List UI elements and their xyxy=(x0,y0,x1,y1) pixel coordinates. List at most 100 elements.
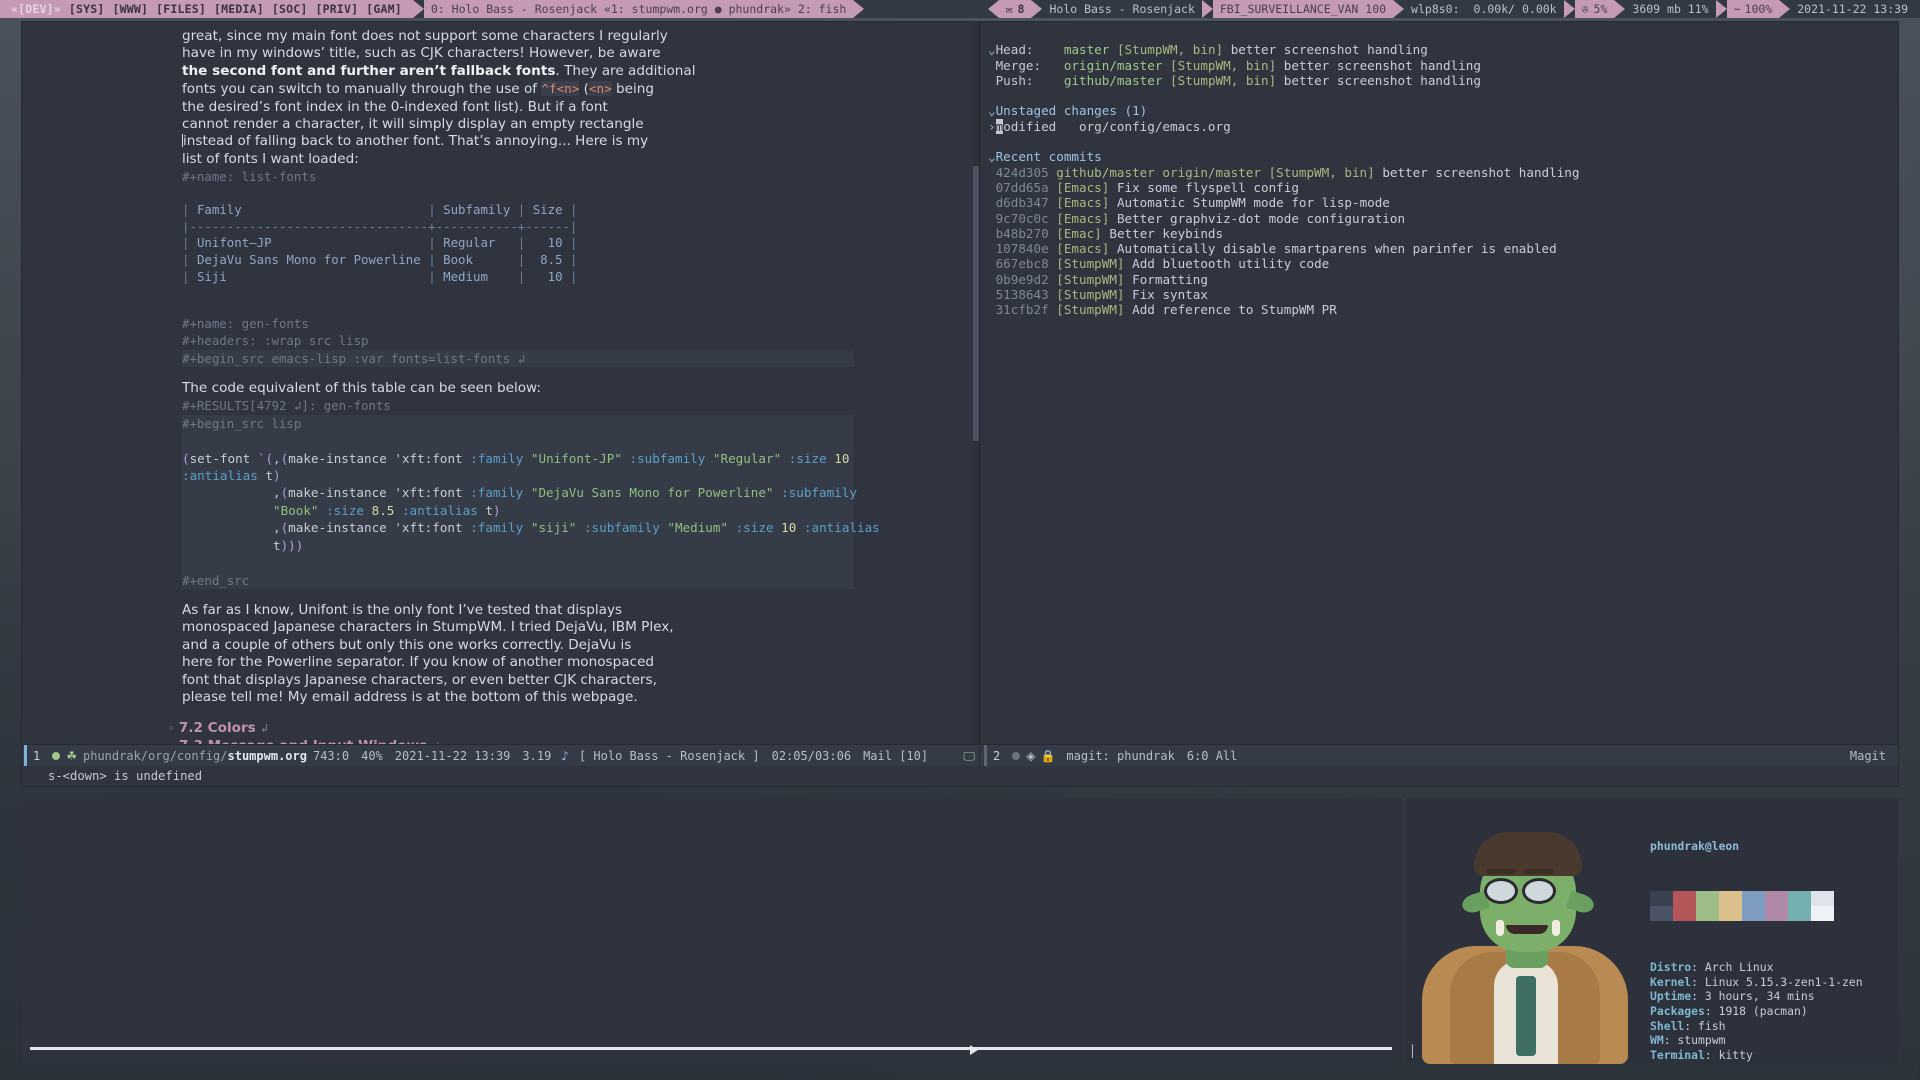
magit-merge-branch[interactable]: origin/master xyxy=(1064,58,1163,73)
mail-indicator[interactable]: ✉ 8 xyxy=(998,0,1032,18)
workspace-media[interactable]: [MEDIA] xyxy=(210,0,268,18)
chevron-right-icon[interactable]: › xyxy=(988,119,996,134)
commit-hash[interactable]: 07dd65a xyxy=(996,180,1049,195)
magit-push-row[interactable]: Push: github/master [StumpWM, bin] bette… xyxy=(988,73,1481,88)
workspace-files[interactable]: [FILES] xyxy=(152,0,210,18)
neofetch-key: Uptime xyxy=(1650,989,1692,1004)
org-heading-label[interactable]: 7.3 Message and Input Windows xyxy=(179,738,427,744)
modeline-left[interactable]: 1 ☘ phundrak/org/config/stumpwm.org 743:… xyxy=(22,745,980,767)
window-list[interactable]: 0: Holo Bass - Rosenjack «1: stumpwm.org… xyxy=(423,0,854,18)
org-source-block-lisp[interactable]: (set-font `(,(make-instance 'xft:font :f… xyxy=(182,432,880,572)
magit-head-row[interactable]: ⌄Head: master [StumpWM, bin] better scre… xyxy=(988,42,1428,57)
emacs-frame[interactable]: great, since my main font does not suppo… xyxy=(22,22,1898,786)
commit-refs: github/master origin/master [StumpWM, bi… xyxy=(1056,164,1375,180)
commit-hash[interactable]: 0b9e9d2 xyxy=(996,272,1049,287)
workspace-www[interactable]: [WWW] xyxy=(109,0,153,18)
magit-unstaged-section[interactable]: ⌄Unstaged changes (1) xyxy=(988,103,1147,118)
magit-commit-row[interactable]: d6db347 [Emacs] Automatic StumpWM mode f… xyxy=(988,195,1390,210)
neofetch-row: WM: stumpwm xyxy=(1650,1033,1892,1048)
paragraph-text-e: instead of falling back to another font.… xyxy=(182,133,649,167)
kitty-neofetch-window[interactable]: ▏ phundrak@leon Distro: Arch Linux Kernel… xyxy=(1406,798,1898,1064)
palette-swatch xyxy=(1673,890,1696,906)
magit-status-window[interactable]: ⌄Head: master [StumpWM, bin] better scre… xyxy=(980,22,1898,744)
commit-hash[interactable]: 31cfb2f xyxy=(996,302,1049,317)
palette-swatch xyxy=(1650,890,1673,906)
workspace-gam[interactable]: [GAM] xyxy=(362,0,406,18)
org-buffer-content[interactable]: great, since my main font does not suppo… xyxy=(36,22,971,744)
chevron-down-icon[interactable]: ⌄ xyxy=(988,42,996,57)
commit-message: Fix some flyspell config xyxy=(1116,179,1299,195)
magit-commit-row[interactable]: 31cfb2f [StumpWM] Add reference to Stump… xyxy=(988,302,1337,317)
keybinding-code-2: <n> xyxy=(588,81,612,97)
magit-commit-row[interactable]: b48b270 [Emac] Better keybinds xyxy=(988,225,1224,241)
magit-unstaged-file-row[interactable]: ›modified org/config/emacs.org xyxy=(988,118,1231,134)
commit-hash[interactable]: 9c70c0c xyxy=(996,211,1049,226)
magit-buffer-content[interactable]: ⌄Head: master [StumpWM, bin] better scre… xyxy=(988,27,1894,744)
palette-swatch xyxy=(1765,905,1788,921)
workspace-group-list[interactable]: «[DEV]» [SYS] [WWW] [FILES] [MEDIA] [SOC… xyxy=(0,0,413,18)
stumpwm-modeline[interactable]: «[DEV]» [SYS] [WWW] [FILES] [MEDIA] [SOC… xyxy=(0,0,1920,18)
table-header-row: | Family | Subfamily | Size | xyxy=(182,202,578,218)
org-heading-7-3[interactable]: ◦ 7.3 Message and Input Windows ↲ xyxy=(168,738,971,744)
magit-commit-row[interactable]: 07dd65a [Emacs] Fix some flyspell config xyxy=(988,180,1299,195)
neofetch-value: : stumpwm xyxy=(1663,1033,1726,1048)
modeline-mail[interactable]: Mail [10] xyxy=(857,749,934,763)
modeline-position: 743:0 xyxy=(312,749,350,763)
magit-commit-row[interactable]: 107840e [Emacs] Automatically disable sm… xyxy=(988,241,1557,256)
commit-hash[interactable]: b48b270 xyxy=(996,226,1049,241)
magit-commit-row[interactable]: 424d305 github/master origin/master [Stu… xyxy=(988,164,1580,180)
modeline-magit-buffer[interactable]: magit: phundrak xyxy=(1060,749,1180,763)
commit-hash[interactable]: 107840e xyxy=(996,241,1049,256)
cava-audio-visualizer-window[interactable] xyxy=(22,798,1402,1064)
now-playing[interactable]: Holo Bass - Rosenjack xyxy=(1042,0,1202,18)
magit-unstaged-file-path[interactable]: org/config/emacs.org xyxy=(1079,119,1231,134)
emacs-modeline[interactable]: 1 ☘ phundrak/org/config/stumpwm.org 743:… xyxy=(22,744,1898,767)
org-folded-ellipsis-icon[interactable]: ↲ xyxy=(260,722,269,735)
commit-hash[interactable]: d6db347 xyxy=(996,195,1049,210)
magit-commit-row[interactable]: 667ebc8 [StumpWM] Add bluetooth utility … xyxy=(988,256,1330,271)
modeline-now-playing[interactable]: [ Holo Bass - Rosenjack ] xyxy=(573,749,766,763)
workspace-sys[interactable]: [SYS] xyxy=(65,0,109,18)
cpu-usage[interactable]: ✇ 5% xyxy=(1574,0,1615,18)
org-heading-7-2[interactable]: ◦ 7.2 Colors ↲ xyxy=(168,720,971,737)
modeline-right[interactable]: 2 ◈ 🔒 magit: phundrak 6:0 All Magit xyxy=(980,745,1898,767)
display-icon: 🖵 xyxy=(963,748,975,763)
magit-unstaged-header[interactable]: Unstaged changes (1) xyxy=(996,103,1148,118)
workspace-soc[interactable]: [SOC] xyxy=(268,0,312,18)
buffer-filename: stumpwm.org xyxy=(227,749,307,763)
commit-hash[interactable]: 5138643 xyxy=(996,287,1049,302)
magit-head-branch[interactable]: master xyxy=(1064,42,1110,57)
wifi-status[interactable]: FBI_SURVEILLANCE_VAN 100 xyxy=(1212,0,1394,18)
paragraph-fonts-intro: great, since my main font does not suppo… xyxy=(182,28,971,168)
magit-commit-row[interactable]: 9c70c0c [Emacs] Better graphviz-dot mode… xyxy=(988,211,1405,226)
commit-hash[interactable]: 667ebc8 xyxy=(996,256,1049,271)
org-table-list-fonts[interactable]: | Family | Subfamily | Size | |---------… xyxy=(182,186,971,302)
chevron-down-icon[interactable]: ⌄ xyxy=(988,149,996,164)
magit-commit-row[interactable]: 0b9e9d2 [StumpWM] Formatting xyxy=(988,272,1208,287)
org-window-scrollbar[interactable] xyxy=(973,22,979,744)
magit-merge-row[interactable]: Merge: origin/master [StumpWM, bin] bett… xyxy=(988,58,1481,73)
commit-message: Better keybinds xyxy=(1109,225,1224,241)
modeline-major-mode[interactable]: Magit xyxy=(1850,749,1898,763)
org-document-window[interactable]: great, since my main font does not suppo… xyxy=(22,22,980,744)
org-name-gen-fonts: #+name: gen-fonts xyxy=(182,315,309,331)
workspace-priv[interactable]: [PRIV] xyxy=(312,0,363,18)
org-folded-ellipsis-icon[interactable]: ↲ xyxy=(432,740,441,744)
powerline-separator-icon xyxy=(1393,0,1405,18)
magit-recent-commits-section[interactable]: ⌄Recent commits xyxy=(988,149,1102,164)
palette-swatch xyxy=(1742,890,1765,906)
git-branch-icon: ◈ xyxy=(1026,749,1036,763)
commit-refs: [Emac] xyxy=(1056,225,1102,241)
org-heading-label[interactable]: 7.2 Colors xyxy=(179,720,256,736)
battery-status[interactable]: ~ 100% xyxy=(1726,0,1780,18)
magit-push-branch[interactable]: github/master xyxy=(1064,73,1163,88)
org-bullet-icon: ◦ xyxy=(168,722,175,736)
workspace-dev[interactable]: «[DEV]» xyxy=(7,0,65,18)
modeline-buffer-path[interactable]: phundrak/org/config/stumpwm.org xyxy=(83,749,307,763)
topbar-spacer xyxy=(864,0,988,18)
commit-hash[interactable]: 424d305 xyxy=(996,165,1049,180)
chevron-down-icon[interactable]: ⌄ xyxy=(988,103,996,118)
magit-recent-header[interactable]: Recent commits xyxy=(996,149,1102,164)
powerline-separator-icon xyxy=(1715,0,1727,18)
magit-commit-row[interactable]: 5138643 [StumpWM] Fix syntax xyxy=(988,287,1208,302)
